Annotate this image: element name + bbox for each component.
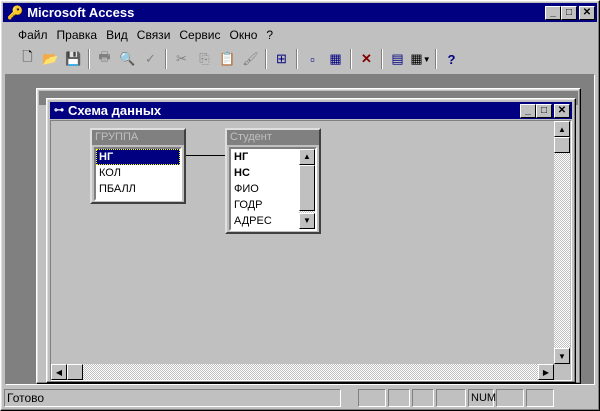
toolbar: 🗋 📂 💾 🖶 🔍 ✓ ✂ ⎘ 📋 🖌 ⊞ ▫ ▦ ✕ ▤ ▦ ▼ ?: [6, 47, 463, 71]
app-title-bar: 🔑 Microsoft Access _ □ ✕: [3, 3, 597, 22]
close-button[interactable]: ✕: [579, 5, 595, 20]
vertical-scrollbar[interactable]: ▲ ▼: [554, 121, 570, 364]
show-direct-icon[interactable]: ▫: [301, 48, 324, 70]
schema-maximize-button[interactable]: □: [536, 103, 552, 118]
table-title[interactable]: ГРУППА: [92, 130, 184, 145]
status-indicator: [436, 389, 466, 407]
status-indicator: [358, 389, 386, 407]
menu-relations[interactable]: Связи: [137, 28, 171, 42]
new-icon[interactable]: 🗋: [16, 48, 39, 70]
status-indicator: [526, 389, 554, 407]
save-icon[interactable]: 💾: [62, 48, 85, 70]
menu-edit[interactable]: Правка: [57, 28, 98, 42]
show-table-icon[interactable]: ⊞: [270, 48, 293, 70]
format-painter-icon[interactable]: 🖌: [239, 48, 262, 70]
status-text: Готово: [4, 389, 341, 407]
size-grip[interactable]: [554, 364, 570, 380]
spelling-icon[interactable]: ✓: [139, 48, 162, 70]
help-icon[interactable]: ?: [440, 48, 463, 70]
scroll-left-button[interactable]: ◀: [51, 364, 67, 380]
table-title[interactable]: Студент: [227, 130, 319, 145]
scroll-right-button[interactable]: ▶: [538, 364, 554, 380]
status-bar: Готово NUM: [4, 389, 596, 409]
status-indicator: [496, 389, 524, 407]
table-student[interactable]: Студент НГ НС ФИО ГОДР АДРЕС ▲ ▼: [225, 128, 321, 234]
print-icon[interactable]: 🖶: [93, 48, 116, 70]
scroll-up-button[interactable]: ▲: [554, 121, 570, 137]
list-scroll-thumb[interactable]: [299, 165, 315, 211]
menu-view[interactable]: Вид: [106, 28, 128, 42]
list-scroll-down[interactable]: ▼: [299, 213, 315, 229]
hscroll-thumb[interactable]: [67, 364, 83, 380]
database-window-icon[interactable]: ▤: [386, 48, 409, 70]
maximize-button[interactable]: □: [561, 5, 577, 20]
minimize-button[interactable]: _: [545, 5, 561, 20]
schema-title-bar: ⊶ Схема данных _ □ ✕: [50, 102, 572, 119]
status-indicator: [412, 389, 434, 407]
horizontal-scrollbar[interactable]: ◀ ▶: [51, 364, 554, 380]
field-list-scrollbar[interactable]: ▲ ▼: [299, 149, 315, 229]
scroll-thumb[interactable]: [554, 137, 570, 153]
open-icon[interactable]: 📂: [39, 48, 62, 70]
app-title: Microsoft Access: [27, 5, 135, 20]
schema-minimize-button[interactable]: _: [520, 103, 536, 118]
paste-icon[interactable]: 📋: [216, 48, 239, 70]
new-object-icon[interactable]: ▦ ▼: [409, 48, 432, 70]
menu-help[interactable]: ?: [266, 28, 273, 42]
key-app-icon: 🔑: [7, 4, 24, 20]
print-preview-icon[interactable]: 🔍: [116, 48, 139, 70]
relationship-line[interactable]: [186, 155, 226, 156]
schema-title: Схема данных: [68, 103, 162, 118]
field-kol[interactable]: КОЛ: [96, 165, 180, 181]
menu-tools[interactable]: Сервис: [179, 28, 220, 42]
relationships-icon: ⊶: [54, 105, 64, 116]
field-ng[interactable]: НГ: [96, 149, 180, 165]
list-scroll-up[interactable]: ▲: [299, 149, 315, 165]
copy-icon[interactable]: ⎘: [193, 48, 216, 70]
status-indicator: [388, 389, 410, 407]
menu-file[interactable]: Файл: [18, 28, 48, 42]
scroll-down-button[interactable]: ▼: [554, 348, 570, 364]
num-lock-indicator: NUM: [468, 389, 496, 407]
menu-window[interactable]: Окно: [229, 28, 257, 42]
cut-icon[interactable]: ✂: [170, 48, 193, 70]
delete-icon[interactable]: ✕: [355, 48, 378, 70]
schema-close-button[interactable]: ✕: [554, 103, 570, 118]
table-group[interactable]: ГРУППА НГ КОЛ ПБАЛЛ: [90, 128, 186, 204]
field-pball[interactable]: ПБАЛЛ: [96, 181, 180, 197]
menu-bar: Файл Правка Вид Связи Сервис Окно ?: [6, 25, 282, 45]
show-all-icon[interactable]: ▦: [324, 48, 347, 70]
